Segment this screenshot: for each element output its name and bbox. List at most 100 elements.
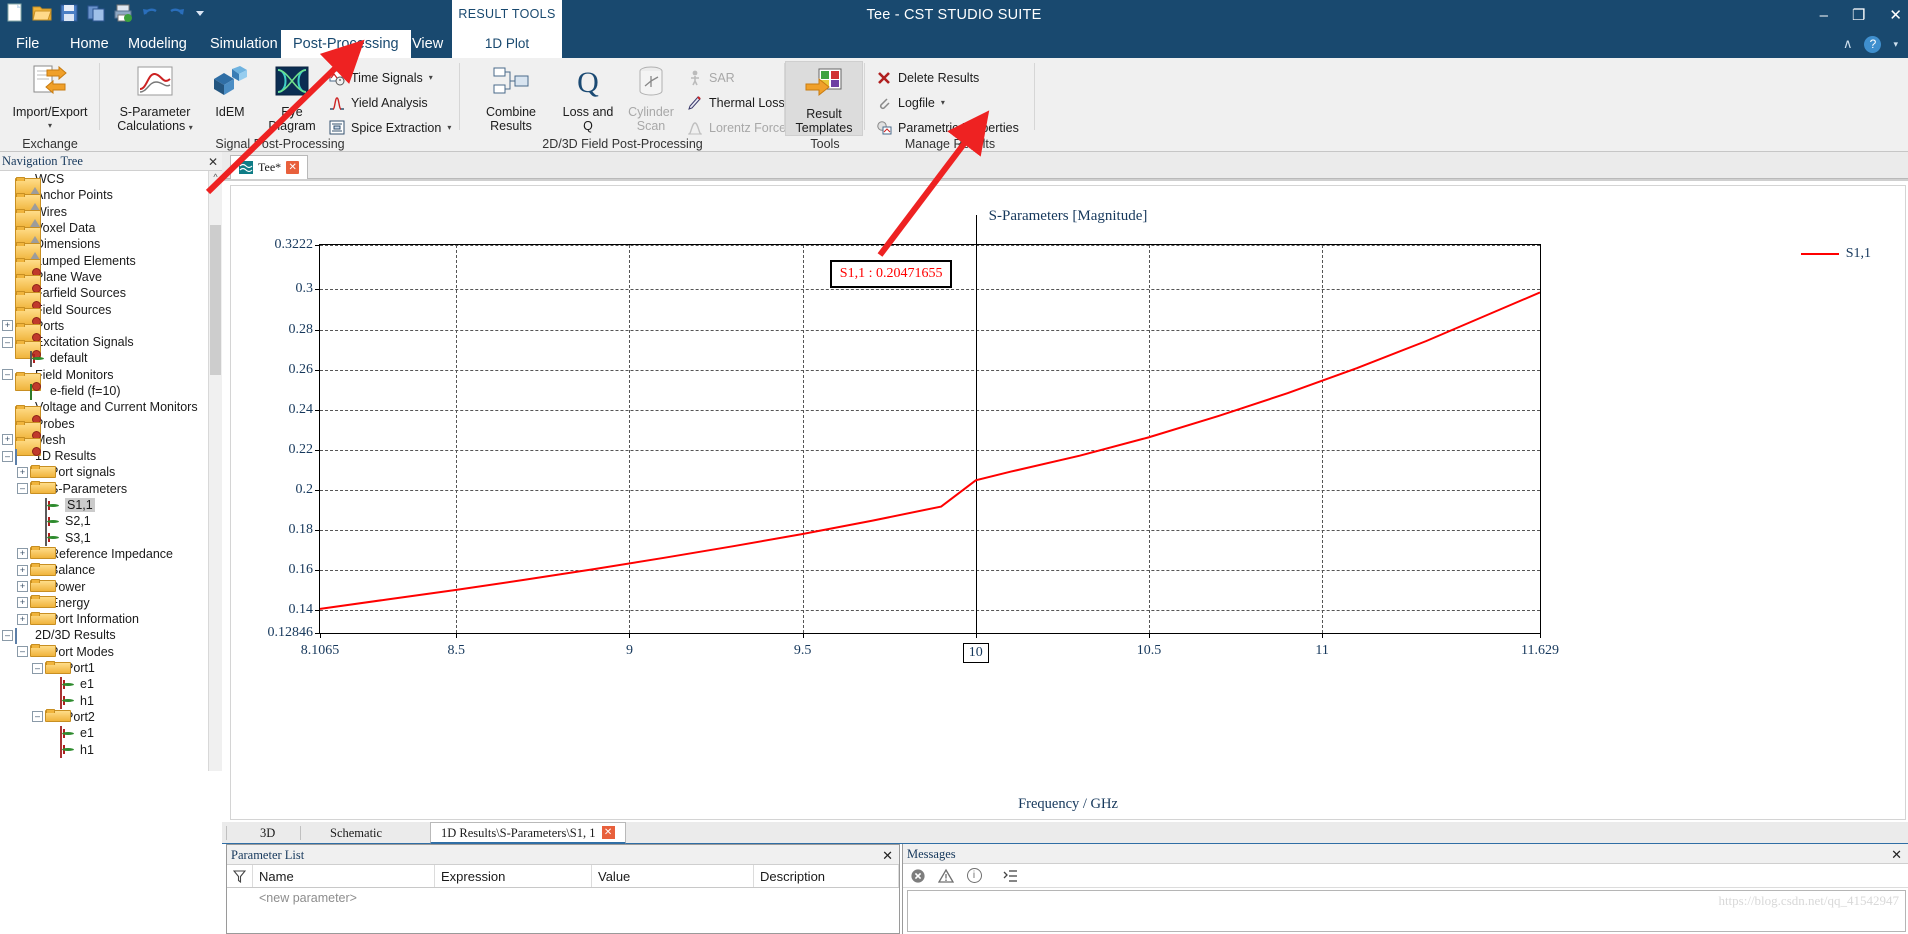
tree-expander[interactable]: + [17, 548, 28, 560]
tree-expander[interactable]: – [17, 646, 28, 658]
column-header-value[interactable]: Value [592, 865, 754, 887]
parametric-properties-button[interactable]: Parametric Properties [875, 116, 1019, 139]
tree-item-port-signals[interactable]: + Port signals [0, 464, 208, 480]
yield-analysis-button[interactable]: Yield Analysis [328, 91, 428, 114]
messages-toolbar[interactable]: i [903, 864, 1908, 888]
tree-expander[interactable]: – [2, 369, 13, 381]
window-controls[interactable]: – ❐ ✕ [1820, 0, 1902, 30]
tree-item-voltage-and-current-monitors[interactable]: Voltage and Current Monitors [0, 399, 208, 424]
tree-item-h1[interactable]: h1 [0, 693, 208, 710]
s-parameter-calculations-button[interactable]: S-Parameter Calculations ▾ [112, 62, 198, 135]
tree-item-h1[interactable]: h1 [0, 741, 208, 759]
messages-close-icon[interactable]: ✕ [1891, 845, 1902, 865]
table-row[interactable]: <new parameter> [227, 888, 899, 908]
tree-item-balance[interactable]: + Balance [0, 562, 208, 578]
tree-item-port2[interactable]: – Port2 [0, 709, 208, 725]
delete-results-button[interactable]: Delete Results [875, 66, 979, 89]
tree-item-e1[interactable]: e1 [0, 725, 208, 742]
tree-expander[interactable]: + [17, 564, 28, 576]
loss-and-q-button[interactable]: Q Loss and Q [556, 62, 620, 133]
time-signals-button[interactable]: Time Signals ▾ [328, 66, 433, 89]
plot-area[interactable]: 0.3222 0.3 0.28 0.26 0.24 0.22 0.2 0.18 0.16 0.14… [268, 215, 1559, 663]
help-icon[interactable]: ? [1864, 35, 1882, 53]
tree-expander[interactable]: + [17, 581, 28, 593]
tab-simulation[interactable]: Simulation [198, 30, 290, 58]
tab-view[interactable]: View [400, 30, 455, 58]
tree-expander[interactable]: – [2, 336, 13, 348]
filter-icon[interactable] [227, 865, 253, 887]
tree-expander[interactable]: – [32, 662, 43, 674]
tree-item-reference-impedance[interactable]: + Reference Impedance [0, 546, 208, 562]
tree-item-power[interactable]: + Power [0, 578, 208, 594]
chart-legend[interactable]: S1,1 [1800, 246, 1871, 262]
tree-expander[interactable]: + [2, 320, 13, 332]
eye-diagram-button[interactable]: Eye Diagram [260, 62, 324, 133]
tab-post-processing[interactable]: Post-Processing [281, 30, 411, 58]
parameter-list-close-icon[interactable]: ✕ [882, 846, 893, 866]
thermal-losses-button[interactable]: Thermal Losses [686, 91, 798, 114]
logfile-button[interactable]: Logfile ▾ [875, 91, 945, 114]
tree-item-s2-1[interactable]: S2,1 [0, 513, 208, 530]
list-icon[interactable] [1001, 867, 1019, 885]
new-parameter-cell[interactable]: <new parameter> [259, 891, 357, 905]
info-icon[interactable]: i [965, 867, 983, 885]
s-parameter-caret-icon[interactable]: ▾ [189, 123, 193, 132]
tree-item-wcs[interactable]: WCS [0, 171, 208, 196]
x-axis-marker-label[interactable]: 10 [962, 643, 989, 663]
tab-file[interactable]: File [4, 30, 51, 58]
tree-expander[interactable]: + [2, 434, 13, 446]
lorentz-forces-button[interactable]: Lorentz Forces [686, 116, 792, 139]
bottom-tab-3d[interactable]: 3D [250, 822, 285, 844]
minimize-button[interactable]: – [1820, 8, 1828, 23]
collapse-ribbon-icon[interactable]: ∧ [1843, 36, 1853, 52]
tree-item-port1[interactable]: – Port1 [0, 660, 208, 676]
sar-button[interactable]: SAR [686, 66, 735, 89]
tree-item-2d-3d-results[interactable]: – 2D/3D Results [0, 627, 208, 644]
scrollbar-thumb[interactable] [210, 225, 221, 375]
navigation-close-icon[interactable]: ✕ [208, 153, 218, 172]
spice-extraction-caret-icon[interactable]: ▾ [447, 123, 451, 132]
tree-item-e-field-f-10[interactable]: e-field (f=10) [0, 383, 208, 400]
cylinder-scan-button[interactable]: Cylinder Scan [620, 62, 682, 133]
bottom-tab-1d-results[interactable]: 1D Results\S-Parameters\S1, 1 ✕ [430, 822, 626, 844]
context-tab-1d-plot[interactable]: 1D Plot [452, 30, 562, 58]
tree-item-energy[interactable]: + Energy [0, 595, 208, 611]
tree-expander[interactable]: – [2, 629, 13, 641]
result-templates-button[interactable]: Result Templates [785, 61, 863, 136]
warnings-icon[interactable] [937, 867, 955, 885]
document-tab-close-icon[interactable]: ✕ [286, 161, 300, 174]
marker-value-box[interactable]: S1,1 : 0.20471655 [829, 260, 953, 288]
column-header-expression[interactable]: Expression [435, 865, 592, 887]
idem-button[interactable]: IdEM [200, 62, 260, 119]
ribbon-help-controls[interactable]: ∧ ? ▾ [1843, 30, 1898, 58]
help-caret-icon[interactable]: ▾ [1893, 39, 1898, 50]
tree-item-default[interactable]: default [0, 350, 208, 367]
tree-expander[interactable]: – [32, 711, 43, 723]
import-export-caret-icon[interactable]: ▾ [7, 119, 93, 133]
combine-results-button[interactable]: Combine Results [468, 62, 554, 133]
time-signals-caret-icon[interactable]: ▾ [429, 73, 433, 82]
tab-modeling[interactable]: Modeling [116, 30, 199, 58]
scroll-up-icon[interactable]: ^ [210, 172, 221, 186]
column-header-description[interactable]: Description [754, 865, 899, 887]
tree-item-e1[interactable]: e1 [0, 676, 208, 693]
tree-expander[interactable]: – [2, 450, 13, 462]
navigation-scrollbar[interactable]: ^ [208, 171, 222, 771]
tree-item-s-parameters[interactable]: – S-Parameters [0, 481, 208, 497]
import-export-button[interactable]: Import/Export ▾ [7, 62, 93, 133]
logfile-caret-icon[interactable]: ▾ [941, 98, 945, 107]
maximize-button[interactable]: ❐ [1852, 8, 1865, 23]
tree-item-port-modes[interactable]: – Port Modes [0, 644, 208, 660]
navigation-tree[interactable]: WCS Anchor Points Wires Voxel Data Dimension… [0, 171, 208, 771]
tree-item-field-monitors[interactable]: – Field Monitors [0, 367, 208, 392]
close-button[interactable]: ✕ [1889, 8, 1902, 23]
messages-body[interactable]: https://blog.csdn.net/qq_41542947 [907, 890, 1906, 932]
tree-expander[interactable]: – [17, 483, 28, 495]
spice-extraction-button[interactable]: Spice Extraction ▾ [328, 116, 451, 139]
errors-icon[interactable] [909, 867, 927, 885]
tree-expander[interactable]: + [17, 613, 28, 625]
bottom-tab-close-icon[interactable]: ✕ [601, 826, 615, 839]
tree-expander[interactable]: + [17, 597, 28, 609]
document-tab-tee[interactable]: Tee* ✕ [230, 155, 309, 179]
tab-home[interactable]: Home [58, 30, 121, 58]
